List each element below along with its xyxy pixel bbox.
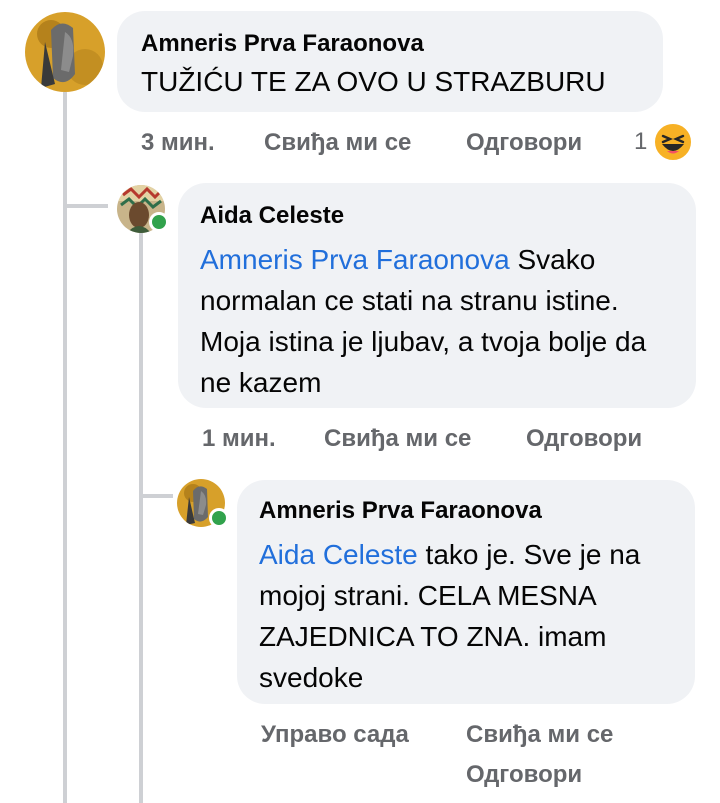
comment-author[interactable]: Amneris Prva Faraonova <box>141 29 639 59</box>
mention-link[interactable]: Aida Celeste <box>259 539 418 570</box>
online-status-indicator <box>209 508 229 528</box>
comment-text: Amneris Prva Faraonova Svako normalan ce… <box>200 239 674 403</box>
like-button[interactable]: Свиђа ми се <box>264 128 411 158</box>
reaction-summary[interactable]: 1 <box>634 122 694 162</box>
online-status-indicator <box>149 212 169 232</box>
reply-button[interactable]: Одговори <box>526 424 642 454</box>
avatar[interactable] <box>25 12 105 92</box>
comment-time[interactable]: Управо сада <box>261 720 409 750</box>
like-button[interactable]: Свиђа ми се <box>324 424 471 454</box>
thread-connector-reply-2 <box>139 494 173 498</box>
haha-emoji-icon <box>653 122 694 162</box>
comment-bubble: Amneris Prva Faraonova Aida Celeste tako… <box>237 480 695 704</box>
comment-text: TUŽIĆU TE ZA OVO U STRAZBURU <box>141 66 606 97</box>
comment-author[interactable]: Amneris Prva Faraonova <box>259 496 673 526</box>
comment-bubble: Aida Celeste Amneris Prva Faraonova Svak… <box>178 183 696 408</box>
like-button[interactable]: Свиђа ми се <box>466 720 613 750</box>
comment-time[interactable]: 1 мин. <box>202 424 276 454</box>
reply-button[interactable]: Одговори <box>466 760 582 790</box>
mention-link[interactable]: Amneris Prva Faraonova <box>200 244 510 275</box>
comment-time[interactable]: 3 мин. <box>141 128 215 158</box>
comment-bubble: Amneris Prva Faraonova TUŽIĆU TE ZA OVO … <box>117 11 663 112</box>
avatar-image <box>25 12 105 92</box>
thread-line-root <box>63 92 67 803</box>
comment-text: Aida Celeste tako je. Sve je na mojoj st… <box>259 534 673 698</box>
comment-author[interactable]: Aida Celeste <box>200 201 674 231</box>
thread-connector-reply-1 <box>63 204 108 208</box>
reaction-count: 1 <box>634 128 648 155</box>
reply-button[interactable]: Одговори <box>466 128 582 158</box>
thread-line-reply-1 <box>139 232 143 803</box>
